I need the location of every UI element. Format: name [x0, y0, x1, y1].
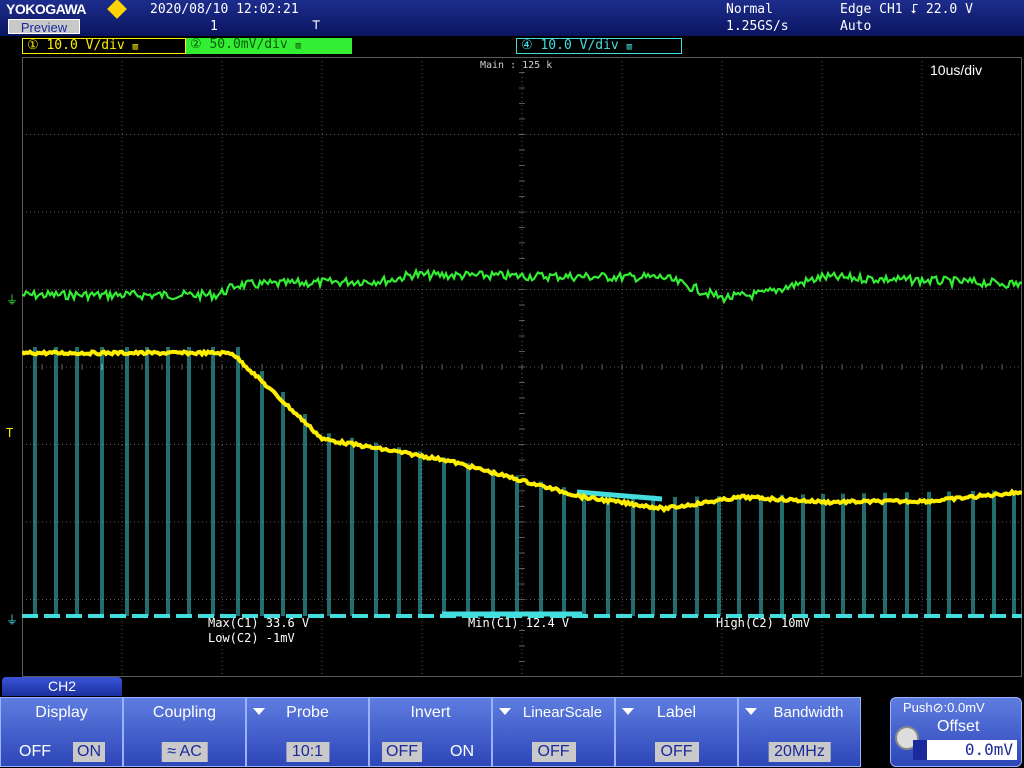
- meas-low-c2: Low(C2) -1mV: [208, 631, 295, 645]
- display-on-option[interactable]: ON: [73, 742, 105, 762]
- meas-high-c2: High(C2) 10mV: [716, 616, 810, 630]
- acquisition-mode: Normal: [726, 2, 773, 17]
- timebase-label: 10us/div: [930, 62, 983, 78]
- ch2-bw-icon: ▥: [295, 41, 302, 51]
- trigger-level-marker[interactable]: T: [6, 427, 13, 439]
- meas-min-c1: Min(C1) 12.4 V: [468, 616, 570, 630]
- offset-button[interactable]: Push⊘:0.0mV Offset 0.0mV: [890, 697, 1022, 767]
- waveform-display[interactable]: [22, 57, 1022, 677]
- display-label: Display: [35, 704, 88, 721]
- label-button[interactable]: Label OFF: [615, 697, 738, 767]
- ch4-indicator[interactable]: ④ 10.0 V∕div ▥: [516, 38, 682, 54]
- linear-scale-menu-arrow-icon: [499, 708, 511, 715]
- label-value: OFF: [654, 742, 699, 762]
- ch4-number: ④: [521, 38, 533, 53]
- bandwidth-button[interactable]: Bandwidth 20MHz: [738, 697, 861, 767]
- invert-on-option[interactable]: ON: [446, 742, 478, 762]
- ch2-scale: 50.0mV∕div: [209, 37, 288, 52]
- bandwidth-menu-arrow-icon: [745, 708, 757, 715]
- ch2-number: ②: [190, 37, 202, 52]
- ch1-bw-icon: ▥: [132, 42, 139, 52]
- linear-scale-value: OFF: [531, 742, 576, 762]
- bandwidth-value: 20MHz: [768, 742, 831, 762]
- trigger-position-icon: ⊤: [312, 17, 321, 33]
- linear-scale-button[interactable]: LinearScale OFF: [492, 697, 615, 767]
- ch4-high-segments: [442, 489, 663, 617]
- main-record-length: Main : 125 k: [480, 60, 553, 71]
- coupling-value: ≈ AC: [161, 742, 208, 762]
- offset-value: 0.0mV: [964, 740, 1013, 759]
- ch4-ground-marker-icon[interactable]: ⏚: [6, 614, 18, 626]
- preview-button[interactable]: Preview: [8, 19, 80, 35]
- display-button[interactable]: Display OFF ON: [0, 697, 123, 767]
- status-bar: YOKOGAWA Preview 2020/08/10 12:02:21 1 ⊤…: [0, 0, 1024, 36]
- ch2-ground-marker-icon[interactable]: ⏚: [6, 294, 18, 306]
- offset-bar-icon: [913, 740, 927, 760]
- datetime: 2020/08/10 12:02:21: [150, 2, 299, 17]
- invert-off-option[interactable]: OFF: [382, 742, 422, 762]
- acquisition-count: 1: [210, 19, 218, 34]
- probe-label: Probe: [286, 704, 329, 721]
- coupling-label: Coupling: [152, 704, 217, 721]
- ch4-bw-icon: ▥: [626, 42, 633, 52]
- offset-value-field: 0.0mV: [913, 740, 1017, 760]
- trigger-setting: Edge CH1 ⮦ 22.0 V: [840, 2, 973, 17]
- ch1-trace: [22, 348, 1022, 514]
- probe-value: 10:1: [285, 742, 330, 762]
- probe-button[interactable]: Probe 10:1: [246, 697, 369, 767]
- invert-label: Invert: [410, 704, 451, 721]
- invert-button[interactable]: Invert OFF ON: [369, 697, 492, 767]
- coupling-button[interactable]: Coupling ≈ AC: [123, 697, 246, 767]
- offset-push-hint: Push⊘:0.0mV: [903, 700, 985, 715]
- label-label: Label: [656, 704, 697, 721]
- waveform-canvas: [22, 57, 1022, 677]
- sample-rate: 1.25GS/s: [726, 19, 789, 34]
- brand-logo: YOKOGAWA: [6, 1, 87, 17]
- trigger-mode: Auto: [840, 19, 872, 34]
- linear-scale-label: LinearScale: [522, 704, 603, 721]
- bandwidth-label: Bandwidth: [773, 704, 844, 721]
- offset-label: Offset: [937, 718, 980, 735]
- ch1-indicator[interactable]: ① 10.0 V∕div ▥: [22, 38, 186, 54]
- meas-max-c1: Max(C1) 33.6 V: [208, 616, 310, 630]
- display-off-option[interactable]: OFF: [15, 742, 55, 762]
- ch1-number: ①: [27, 38, 39, 53]
- ch1-scale: 10.0 V∕div: [46, 38, 125, 53]
- menu-tab-ch2: CH2: [2, 677, 122, 696]
- ch4-scale: 10.0 V∕div: [540, 38, 619, 53]
- ch2-indicator[interactable]: ② 50.0mV∕div ▥: [186, 38, 352, 54]
- brand-diamond-icon: [107, 0, 127, 19]
